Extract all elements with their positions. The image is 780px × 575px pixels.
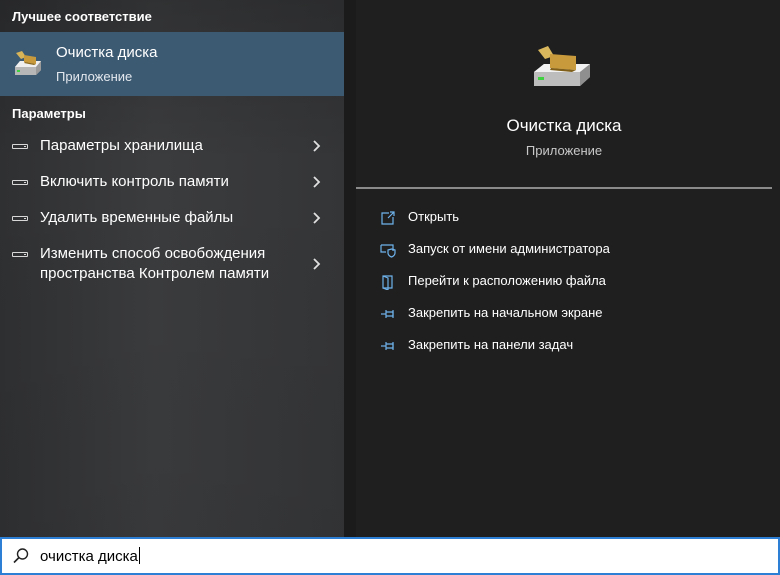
settings-heading: Параметры xyxy=(12,106,86,121)
chevron-right-icon xyxy=(313,140,321,152)
storage-icon xyxy=(12,252,28,257)
storage-icon xyxy=(12,180,28,185)
action-label: Закрепить на панели задач xyxy=(408,337,574,352)
best-match-result[interactable]: Очистка диска Приложение xyxy=(0,32,344,96)
search-query: очистка диска xyxy=(40,548,138,565)
storage-icon xyxy=(12,144,28,149)
search-icon xyxy=(13,548,29,564)
open-icon xyxy=(381,211,395,225)
settings-item-label-line1: Изменить способ освобождения xyxy=(40,245,266,262)
action-label: Перейти к расположению файла xyxy=(408,273,606,288)
best-match-heading: Лучшее соответствие xyxy=(12,9,152,24)
search-input[interactable]: очистка диска xyxy=(40,547,140,565)
disk-cleanup-icon xyxy=(15,51,41,75)
detail-app-name: Очистка диска xyxy=(506,116,622,135)
settings-item-label: Удалить временные файлы xyxy=(40,209,234,226)
detail-app-type: Приложение xyxy=(525,143,603,158)
pin-icon xyxy=(381,310,394,318)
results-panel: Лучшее соответствие Очистка диска Прилож… xyxy=(0,0,344,537)
settings-item-storage-sense[interactable]: Включить контроль памяти xyxy=(0,172,344,194)
chevron-right-icon xyxy=(313,212,321,224)
chevron-right-icon xyxy=(313,176,321,188)
windows-search-window: Лучшее соответствие Очистка диска Прилож… xyxy=(0,0,780,575)
settings-item-label: Параметры хранилища xyxy=(40,137,203,154)
divider xyxy=(356,187,772,189)
chevron-right-icon xyxy=(313,258,321,270)
admin-shield-icon xyxy=(380,244,396,258)
action-label: Запуск от имени администратора xyxy=(408,241,610,256)
settings-item-temp-files[interactable]: Удалить временные файлы xyxy=(0,208,344,230)
storage-icon xyxy=(12,216,28,221)
settings-item-label: Включить контроль памяти xyxy=(40,173,229,190)
text-caret xyxy=(138,547,140,564)
disk-cleanup-large-icon xyxy=(534,46,590,86)
best-match-type: Приложение xyxy=(56,69,133,84)
best-match-name: Очистка диска xyxy=(56,44,158,61)
search-box[interactable]: очистка диска xyxy=(0,537,780,575)
pin-icon xyxy=(381,342,394,350)
action-label: Открыть xyxy=(408,209,460,224)
settings-item-label-line2: пространства Контролем памяти xyxy=(40,265,270,282)
settings-item-storage[interactable]: Параметры хранилища xyxy=(0,136,344,158)
file-location-icon xyxy=(382,275,393,290)
action-label: Закрепить на начальном экране xyxy=(408,305,603,320)
settings-item-change-storage-sense[interactable]: Изменить способ освобождения пространств… xyxy=(0,244,344,286)
